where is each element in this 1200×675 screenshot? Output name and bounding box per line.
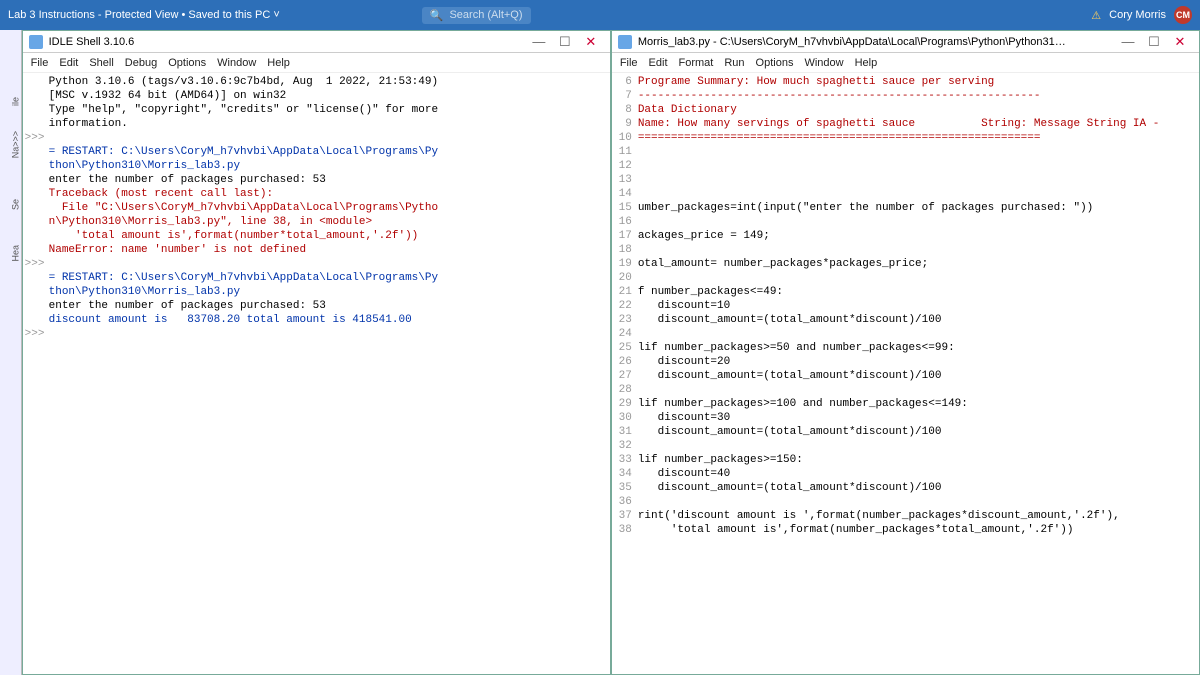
editor-titlebar[interactable]: Morris_lab3.py - C:\Users\CoryM_h7vhvbi\… <box>612 31 1199 53</box>
app-titlebar: Lab 3 Instructions - Protected View • Sa… <box>0 0 1200 30</box>
warning-icon: ⚠ <box>1091 9 1101 22</box>
menu-item-options[interactable]: Options <box>756 57 794 69</box>
menu-item-shell[interactable]: Shell <box>89 57 113 69</box>
menu-item-edit[interactable]: Edit <box>649 57 668 69</box>
shell-title: IDLE Shell 3.10.6 <box>49 36 135 48</box>
user-avatar[interactable]: CM <box>1174 6 1192 24</box>
python-icon <box>618 35 632 49</box>
maximize-button[interactable]: ☐ <box>552 34 578 50</box>
menu-item-help[interactable]: Help <box>855 57 878 69</box>
minimize-button[interactable]: — <box>526 34 552 49</box>
titlebar-search[interactable]: 🔍 Search (Alt+Q) <box>422 7 531 24</box>
editor-title: Morris_lab3.py - C:\Users\CoryM_h7vhvbi\… <box>638 36 1068 48</box>
menu-item-options[interactable]: Options <box>168 57 206 69</box>
menu-item-window[interactable]: Window <box>217 57 256 69</box>
menu-item-file[interactable]: File <box>620 57 638 69</box>
menu-item-format[interactable]: Format <box>679 57 714 69</box>
menu-item-debug[interactable]: Debug <box>125 57 157 69</box>
idle-editor-window: Morris_lab3.py - C:\Users\CoryM_h7vhvbi\… <box>611 30 1200 675</box>
background-fragment: ileNa>>>SeHea <box>0 30 22 675</box>
close-button[interactable]: ✕ <box>578 34 604 50</box>
idle-shell-window: IDLE Shell 3.10.6 — ☐ ✕ File Edit Shell Deb… <box>22 30 611 675</box>
close-button[interactable]: ✕ <box>1167 34 1193 50</box>
python-icon <box>29 35 43 49</box>
menu-item-run[interactable]: Run <box>724 57 744 69</box>
search-placeholder: Search (Alt+Q) <box>449 9 522 21</box>
shell-output[interactable]: Python 3.10.6 (tags/v3.10.6:9c7b4bd, Aug… <box>23 73 610 674</box>
shell-menubar[interactable]: File Edit Shell Debug Options Window Help <box>23 53 610 73</box>
editor-source[interactable]: 6Programe Summary: How much spaghetti sa… <box>612 73 1199 674</box>
search-icon: 🔍 <box>430 9 444 22</box>
minimize-button[interactable]: — <box>1115 34 1141 49</box>
menu-item-help[interactable]: Help <box>267 57 290 69</box>
menu-item-edit[interactable]: Edit <box>59 57 78 69</box>
editor-menubar[interactable]: File Edit Format Run Options Window Help <box>612 53 1199 73</box>
menu-item-file[interactable]: File <box>31 57 49 69</box>
shell-titlebar[interactable]: IDLE Shell 3.10.6 — ☐ ✕ <box>23 31 610 53</box>
maximize-button[interactable]: ☐ <box>1141 34 1167 50</box>
titlebar-doc-title: Lab 3 Instructions - Protected View • Sa… <box>8 9 292 21</box>
user-name: Cory Morris <box>1109 9 1166 21</box>
menu-item-window[interactable]: Window <box>804 57 843 69</box>
